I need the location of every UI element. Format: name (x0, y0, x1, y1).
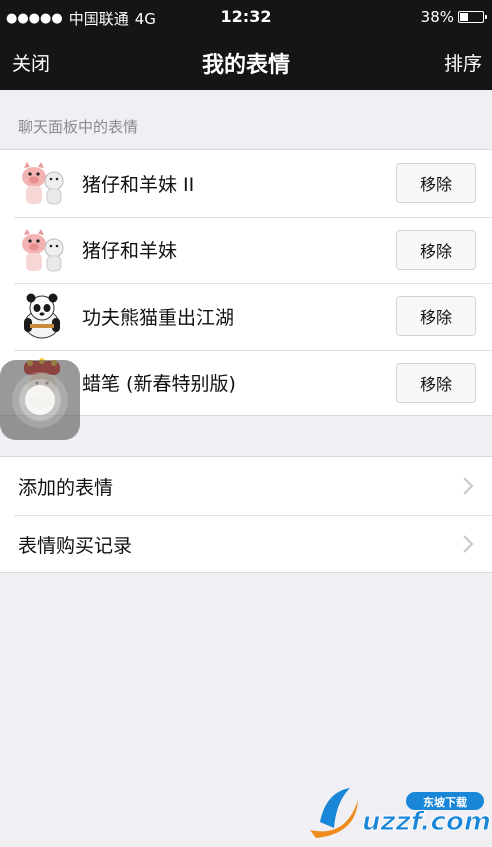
status-time: 12:32 (220, 7, 272, 26)
purchase-history-label: 表情购买记录 (18, 534, 133, 557)
added-stickers-label: 添加的表情 (18, 476, 114, 499)
sticker-pack-row: 猪仔和羊妹 移除 (0, 216, 492, 284)
sort-button[interactable]: 排序 (444, 49, 482, 76)
sticker-pack-row: 猪仔和羊妹 II 移除 (0, 150, 492, 217)
sticker-pack-name: 蜡笔 (新春特别版) (82, 373, 236, 396)
added-stickers-row[interactable]: 添加的表情 (0, 457, 492, 515)
assistive-touch-core (25, 385, 55, 415)
page-title: 我的表情 (201, 53, 290, 78)
kung-fu-panda-sticker-icon (14, 288, 70, 344)
remove-button[interactable]: 移除 (396, 229, 476, 270)
watermark-text: uzzf.com (362, 807, 491, 837)
assistive-touch-button[interactable] (0, 360, 80, 440)
section-header: 聊天面板中的表情 (18, 118, 139, 136)
uzzf-watermark-logo: 东坡下载 uzzf.com (306, 780, 492, 847)
battery-icon (458, 11, 487, 23)
chevron-right-icon (462, 475, 476, 497)
remove-button[interactable]: 移除 (396, 163, 476, 204)
pig-and-sheep-sticker-icon (14, 155, 70, 211)
remove-button[interactable]: 移除 (396, 296, 476, 337)
sticker-pack-row: 功夫熊猫重出江湖 移除 (0, 283, 492, 350)
status-bar: ●●●●● 中国联通 4G 12:32 38% (0, 0, 492, 34)
battery-percent: 38% (420, 8, 454, 26)
purchase-history-row[interactable]: 表情购买记录 (0, 515, 492, 573)
sticker-pack-name: 猪仔和羊妹 II (82, 173, 195, 196)
status-right: 38% (420, 8, 487, 26)
sticker-pack-name: 功夫熊猫重出江湖 (82, 306, 235, 329)
assistive-touch-ring (12, 372, 68, 428)
navigation-bar: 关闭 我的表情 排序 (0, 34, 492, 90)
assistive-touch-ring (19, 379, 61, 421)
sticker-pack-name: 猪仔和羊妹 (82, 240, 178, 263)
sticker-menu-list: 添加的表情 表情购买记录 (0, 456, 492, 573)
remove-button[interactable]: 移除 (396, 362, 476, 403)
pig-and-sheep-sticker-icon (14, 222, 70, 278)
battery-fill (460, 13, 468, 21)
chevron-right-icon (462, 533, 476, 555)
